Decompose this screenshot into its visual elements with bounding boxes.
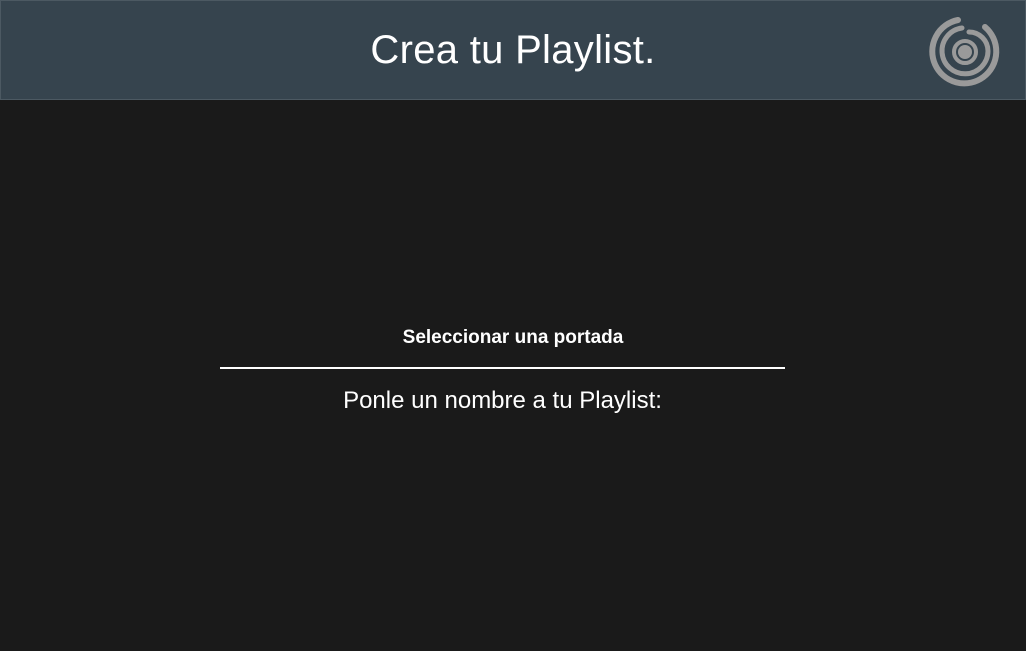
vinyl-record-logo-icon[interactable]	[928, 15, 1002, 89]
playlist-name-label: Ponle un nombre a tu Playlist:	[343, 387, 662, 414]
divider	[220, 367, 785, 369]
playlist-create-screen: Crea tu Playlist. Seleccionar una portad…	[0, 0, 1026, 651]
app-header: Crea tu Playlist.	[0, 0, 1026, 100]
select-cover-button[interactable]: Seleccionar una portada	[360, 324, 666, 352]
page-title: Crea tu Playlist.	[370, 28, 656, 72]
